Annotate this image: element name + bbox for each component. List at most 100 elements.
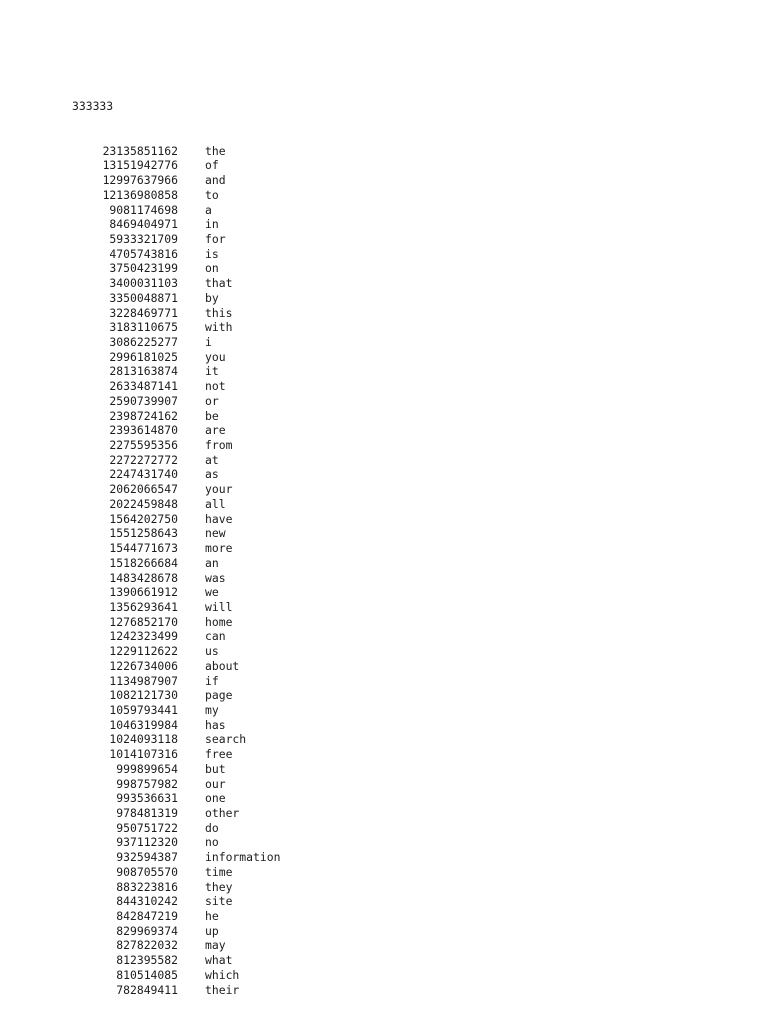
frequency-count: 1229112622	[109, 644, 178, 659]
frequency-count: 2393614870	[109, 423, 178, 438]
frequency-count: 1390661912	[109, 585, 178, 600]
frequency-word: of	[205, 158, 219, 173]
frequency-row: 1059793441 my	[72, 703, 280, 718]
frequency-row: 2247431740 as	[72, 467, 280, 482]
frequency-count: 9081174698	[109, 202, 178, 217]
frequency-word: be	[205, 408, 219, 423]
frequency-count: 12136980858	[102, 187, 178, 202]
frequency-count: 12997637966	[102, 173, 178, 188]
frequency-count: 13151942776	[102, 158, 178, 173]
frequency-count: 1242323499	[109, 629, 178, 644]
frequency-word: was	[205, 570, 226, 585]
frequency-word: new	[205, 526, 226, 541]
frequency-row: 844310242 site	[72, 894, 280, 909]
frequency-word: this	[205, 305, 233, 320]
frequency-row: 2022459848 all	[72, 497, 280, 512]
frequency-word: for	[205, 231, 226, 246]
word-frequency-listing: 333333 23135851162 the 13151942776 of 129976…	[72, 70, 280, 1027]
frequency-row: 782849411 their	[72, 983, 280, 998]
frequency-count: 932594387	[116, 850, 178, 865]
frequency-row: 842847219 he	[72, 909, 280, 924]
frequency-row: 2272272772 at	[72, 453, 280, 468]
frequency-word: to	[205, 187, 219, 202]
frequency-count: 3350048871	[109, 290, 178, 305]
frequency-word: can	[205, 629, 226, 644]
frequency-count: 5933321709	[109, 231, 178, 246]
frequency-row: 2633487141 not	[72, 379, 280, 394]
frequency-count: 3183110675	[109, 320, 178, 335]
frequency-row: 2398724162 be	[72, 409, 280, 424]
frequency-count: 908705570	[116, 864, 178, 879]
frequency-word: i	[205, 335, 212, 349]
frequency-count: 2062066547	[109, 482, 178, 497]
frequency-row: 3183110675 with	[72, 320, 280, 335]
frequency-row: 1226734006 about	[72, 659, 280, 674]
frequency-word: do	[205, 820, 219, 835]
frequency-word: are	[205, 423, 226, 438]
frequency-count: 1082121730	[109, 688, 178, 703]
frequency-word: if	[205, 673, 219, 688]
frequency-word: may	[205, 938, 226, 953]
frequency-word: a	[205, 202, 212, 217]
frequency-word: it	[205, 364, 219, 379]
frequency-row: 883223816 they	[72, 880, 280, 895]
frequency-word: but	[205, 761, 226, 776]
frequency-row: 1518266684 an	[72, 556, 280, 571]
frequency-count: 999899654	[116, 761, 178, 776]
frequency-row: 13151942776 of	[72, 158, 280, 173]
frequency-word: about	[205, 658, 240, 673]
frequency-row: 810514085 which	[72, 968, 280, 983]
frequency-row: 3086225277 i	[72, 335, 280, 350]
frequency-word: more	[205, 541, 233, 556]
frequency-count: 993536631	[116, 791, 178, 806]
frequency-count: 2398724162	[109, 408, 178, 423]
frequency-row: 1024093118 search	[72, 732, 280, 747]
frequency-word: other	[205, 806, 240, 820]
frequency-count: 2996181025	[109, 349, 178, 364]
frequency-row: 3228469771 this	[72, 306, 280, 321]
frequency-word: up	[205, 923, 219, 938]
frequency-row: 978481319 other	[72, 806, 280, 821]
frequency-word: information	[205, 850, 281, 865]
frequency-word: that	[205, 276, 233, 291]
frequency-row: 932594387 information	[72, 850, 280, 865]
frequency-row: 2996181025 you	[72, 350, 280, 365]
frequency-count: 810514085	[116, 967, 178, 982]
frequency-word: which	[205, 967, 240, 982]
frequency-word: is	[205, 246, 219, 261]
frequency-row: 1276852170 home	[72, 615, 280, 630]
frequency-row: 4705743816 is	[72, 247, 280, 262]
frequency-count: 1134987907	[109, 673, 178, 688]
frequency-row: 1390661912 we	[72, 585, 280, 600]
frequency-row: 1356293641 will	[72, 600, 280, 615]
frequency-row: 1229112622 us	[72, 644, 280, 659]
frequency-word: free	[205, 747, 233, 762]
frequency-row: 1046319984 has	[72, 718, 280, 733]
frequency-row: 993536631 one	[72, 791, 280, 806]
frequency-count: 1046319984	[109, 717, 178, 732]
frequency-row: 1014107316 free	[72, 747, 280, 762]
frequency-count: 4705743816	[109, 246, 178, 261]
frequency-count: 3086225277	[109, 335, 178, 349]
frequency-word: we	[205, 585, 219, 600]
frequency-count: 844310242	[116, 894, 178, 909]
frequency-word: they	[205, 879, 233, 894]
frequency-row: 998757982 our	[72, 777, 280, 792]
frequency-count: 23135851162	[102, 143, 178, 158]
frequency-row: 937112320 no	[72, 835, 280, 850]
frequency-row: 2393614870 are	[72, 423, 280, 438]
frequency-word: by	[205, 290, 219, 305]
frequency-word: on	[205, 261, 219, 276]
frequency-row: 23135851162 the	[72, 144, 280, 159]
frequency-row: 999899654 but	[72, 762, 280, 777]
frequency-count: 1544771673	[109, 541, 178, 556]
frequency-row: 1551258643 new	[72, 526, 280, 541]
frequency-rows: 23135851162 the 13151942776 of 12997637966 an…	[72, 144, 281, 998]
frequency-count: 1226734006	[109, 658, 178, 673]
frequency-count: 3750423199	[109, 261, 178, 276]
frequency-count: 829969374	[116, 923, 178, 938]
frequency-row: 12997637966 and	[72, 173, 280, 188]
frequency-word: search	[205, 732, 247, 747]
frequency-count: 2590739907	[109, 393, 178, 408]
frequency-word: all	[205, 496, 226, 511]
